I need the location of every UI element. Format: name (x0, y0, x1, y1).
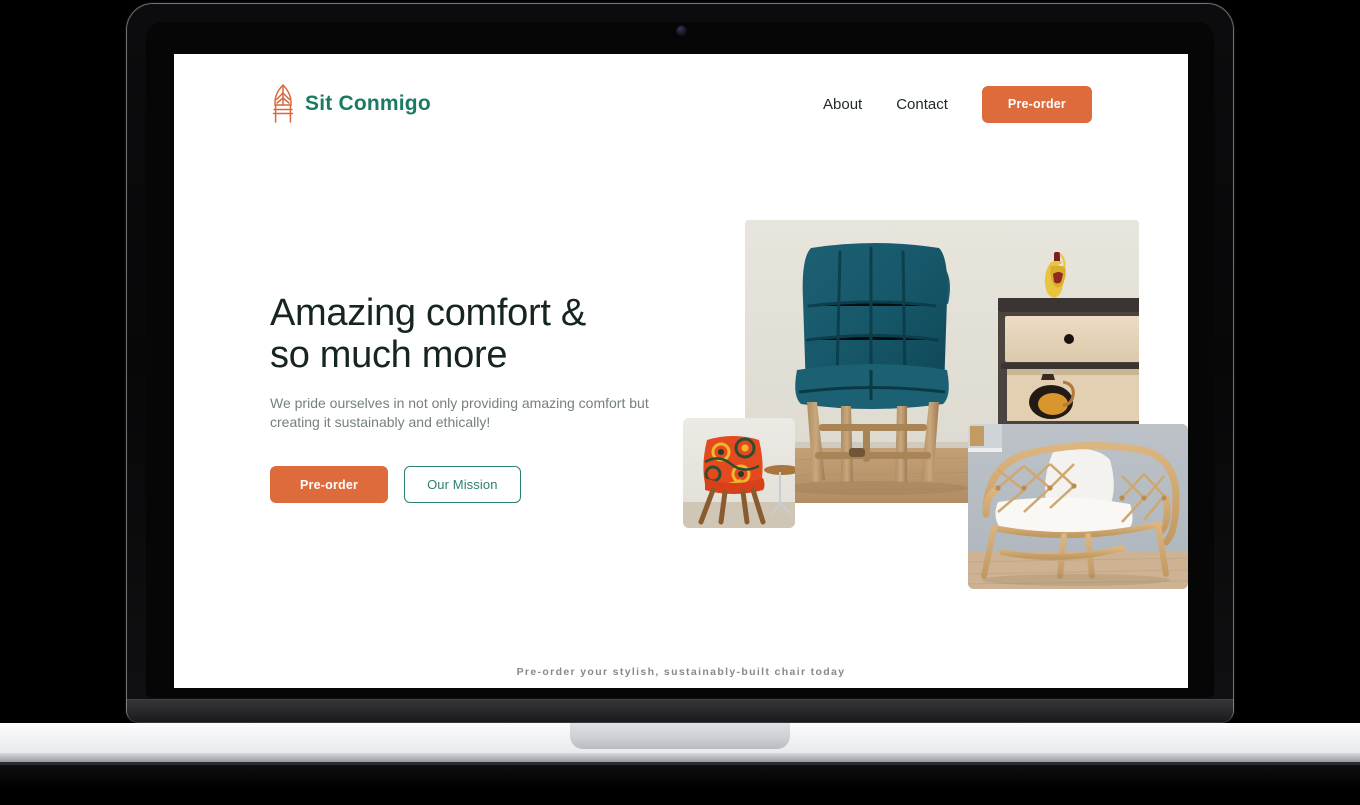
browser-viewport: Sit Conmigo About Contact Pre-order Amaz… (174, 54, 1188, 688)
landing-page: Sit Conmigo About Contact Pre-order Amaz… (174, 54, 1188, 688)
screenshot-stage: Sit Conmigo About Contact Pre-order Amaz… (0, 0, 1360, 805)
footer-tagline: Pre-order your stylish, sustainably-buil… (516, 666, 846, 678)
webcam-icon (677, 26, 686, 35)
rattan-armchair-photo (968, 424, 1188, 589)
hero-image-collage (174, 54, 1188, 688)
laptop-drop-shadow (0, 762, 1360, 788)
orange-patterned-chair-photo (683, 418, 795, 528)
laptop-hinge (127, 700, 1233, 722)
laptop-base-notch (570, 723, 790, 749)
